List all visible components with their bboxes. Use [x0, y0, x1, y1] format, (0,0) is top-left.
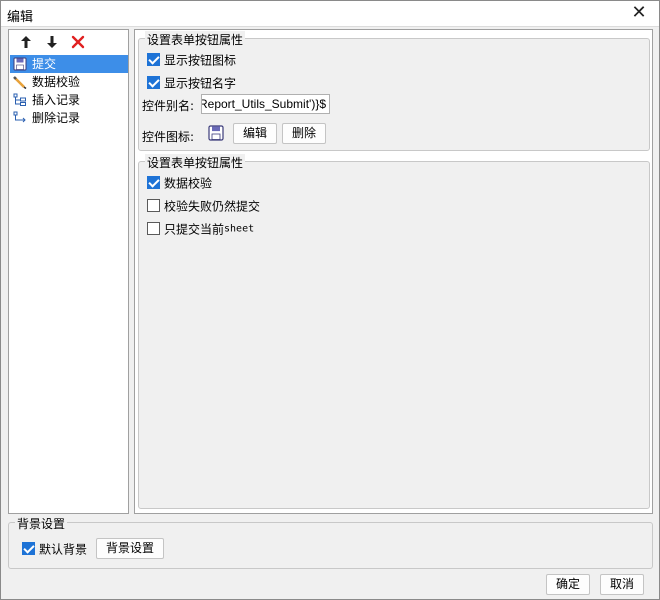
edit-dialog: 编辑 ✕ 提交 数据校验 插入记录 删除记录 设置表单按钮属性 显示按钮图标 显… — [0, 0, 660, 600]
background-group: 背景设置 默认背景 背景设置 — [8, 515, 653, 569]
alias-input[interactable]: ${i18n('Fine-Engine_Report_Utils_Submit'… — [201, 94, 330, 114]
checkbox-label: 显示按钮名字 — [164, 76, 237, 91]
tree-item-submit[interactable]: 提交 — [10, 55, 128, 73]
form-properties-group: 设置表单按钮属性 数据校验 校验失败仍然提交 只提交当前sheet — [138, 154, 650, 509]
tree-item-label: 插入记录 — [32, 93, 81, 107]
tree-item-label: 提交 — [32, 57, 57, 71]
checkbox-box[interactable] — [147, 53, 160, 66]
move-down-icon[interactable] — [43, 34, 61, 52]
tree-item-validate[interactable]: 数据校验 — [10, 73, 128, 91]
title-bar: 编辑 ✕ — [1, 1, 659, 27]
background-settings-button[interactable]: 背景设置 — [96, 538, 164, 559]
action-tree: 提交 数据校验 插入记录 删除记录 — [10, 55, 128, 127]
group-title: 设置表单按钮属性 — [145, 31, 246, 48]
tree-item-insert-record[interactable]: 插入记录 — [10, 91, 128, 109]
alias-label: 控件别名: — [142, 99, 195, 113]
checkbox-label-suffix: sheet — [224, 223, 255, 235]
checkbox-label: 显示按钮图标 — [164, 53, 237, 68]
icon-label: 控件图标: — [142, 130, 195, 144]
close-icon[interactable]: ✕ — [629, 3, 649, 23]
current-sheet-checkbox[interactable]: 只提交当前sheet — [147, 221, 254, 237]
group-title: 背景设置 — [15, 515, 68, 532]
save-icon — [13, 57, 27, 71]
show-name-checkbox[interactable]: 显示按钮名字 — [147, 75, 236, 91]
checkbox-box[interactable] — [147, 176, 160, 189]
checkbox-label: 数据校验 — [164, 176, 213, 191]
move-up-icon[interactable] — [17, 34, 35, 52]
properties-panel: 设置表单按钮属性 显示按钮图标 显示按钮名字 控件别名: ${i18n('Fin… — [134, 29, 653, 514]
checkbox-box[interactable] — [147, 76, 160, 89]
delete-icon[interactable] — [69, 34, 87, 52]
button-properties-group: 设置表单按钮属性 显示按钮图标 显示按钮名字 控件别名: ${i18n('Fin… — [138, 31, 650, 151]
action-list-panel: 提交 数据校验 插入记录 删除记录 — [8, 29, 129, 514]
delete-icon-button[interactable]: 删除 — [282, 123, 326, 144]
insert-record-icon — [13, 93, 27, 107]
delete-record-icon — [13, 111, 27, 125]
ok-button[interactable]: 确定 — [546, 574, 590, 595]
checkbox-label: 只提交当前 — [164, 222, 225, 237]
checkbox-label: 校验失败仍然提交 — [164, 199, 261, 214]
edit-icon-button[interactable]: 编辑 — [233, 123, 277, 144]
validate-checkbox[interactable]: 数据校验 — [147, 175, 212, 191]
default-bg-checkbox[interactable]: 默认背景 — [22, 541, 87, 557]
checkbox-box[interactable] — [22, 542, 35, 555]
pencil-icon — [13, 75, 27, 90]
save-icon — [208, 125, 224, 141]
checkbox-box[interactable] — [147, 199, 160, 212]
tree-item-label: 删除记录 — [32, 111, 81, 125]
cancel-button[interactable]: 取消 — [600, 574, 644, 595]
submit-on-fail-checkbox[interactable]: 校验失败仍然提交 — [147, 198, 260, 214]
tree-item-delete-record[interactable]: 删除记录 — [10, 109, 128, 127]
checkbox-label: 默认背景 — [39, 542, 88, 557]
tree-item-label: 数据校验 — [32, 75, 81, 89]
show-icon-checkbox[interactable]: 显示按钮图标 — [147, 52, 236, 68]
group-title: 设置表单按钮属性 — [145, 154, 246, 171]
window-title: 编辑 — [7, 10, 34, 25]
checkbox-box[interactable] — [147, 222, 160, 235]
